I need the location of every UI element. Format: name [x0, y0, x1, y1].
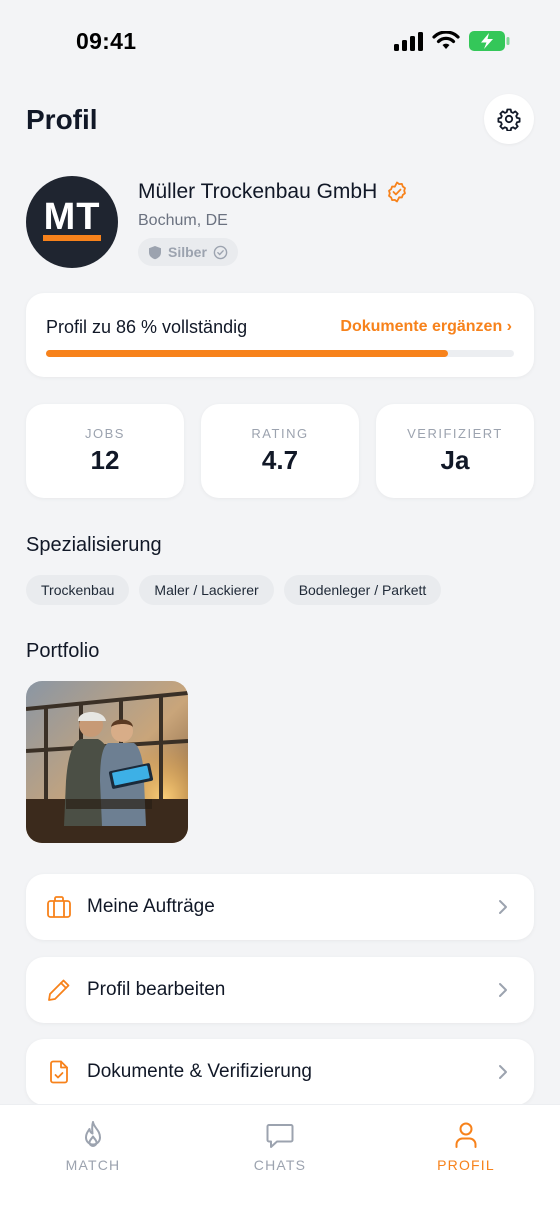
- tier-badge: Silber: [138, 238, 238, 266]
- header: Profil: [26, 92, 534, 146]
- specialization-chip: Bodenleger / Parkett: [283, 575, 442, 605]
- specialization-chip: Trockenbau: [26, 575, 130, 605]
- completion-progress-bar: [46, 350, 514, 357]
- status-icons: [394, 30, 510, 52]
- battery-charging-icon: [469, 31, 510, 51]
- stat-label: JOBS: [85, 426, 125, 441]
- stat-value: 4.7: [261, 445, 299, 475]
- stat-card-verified: VERIFIZIERT Ja: [376, 404, 534, 498]
- tab-label: MATCH: [65, 1157, 121, 1173]
- company-name: Müller Trockenbau GmbH: [138, 180, 378, 203]
- tab-label: PROFIL: [437, 1157, 495, 1173]
- chevron-right-icon: [499, 900, 507, 914]
- portfolio-title: Portfolio: [26, 640, 100, 662]
- profile-completion-card: Profil zu 86 % vollständig Dokumente erg…: [26, 293, 534, 377]
- shield-icon: [149, 245, 161, 259]
- tab-label: CHATS: [253, 1157, 307, 1173]
- completion-text: Profil zu 86 % vollständig: [46, 317, 248, 337]
- stat-card-rating: RATING 4.7: [201, 404, 359, 498]
- completion-progress-fill: [46, 350, 449, 357]
- chevron-right-icon: [499, 1065, 507, 1079]
- avatar-underline: [43, 235, 101, 241]
- menu-item-label: Dokumente & Verifizierung: [87, 1061, 312, 1082]
- flame-icon: [85, 1121, 101, 1147]
- stat-card-jobs: JOBS 12: [26, 404, 184, 498]
- menu-item-my-jobs[interactable]: Meine Aufträge: [26, 874, 534, 940]
- tab-profile[interactable]: PROFIL: [396, 1119, 536, 1173]
- menu-item-documents[interactable]: Dokumente & Verifizierung: [26, 1039, 534, 1105]
- menu-item-label: Profil bearbeiten: [87, 979, 226, 1000]
- check-circle-icon: [213, 245, 228, 259]
- avatar-initials: MT: [43, 195, 101, 238]
- user-icon: [455, 1122, 477, 1148]
- status-bar: 09:41: [0, 0, 560, 84]
- signal-icon: [394, 32, 423, 51]
- wifi-icon: [432, 31, 460, 49]
- verified-badge-icon: [388, 181, 407, 203]
- chevron-right-icon: [499, 983, 507, 997]
- tab-match[interactable]: MATCH: [23, 1119, 163, 1173]
- menu-item-edit-profile[interactable]: Profil bearbeiten: [26, 957, 534, 1023]
- document-check-icon: [50, 1060, 68, 1084]
- company-name-row: Müller Trockenbau GmbH: [138, 180, 409, 204]
- portfolio-photo: [26, 681, 188, 843]
- gear-icon: [497, 108, 521, 131]
- stats-row: JOBS 12 RATING 4.7 VERIFIZIERT Ja: [26, 404, 534, 498]
- pencil-icon: [48, 979, 70, 1001]
- tab-bar: MATCH CHATS PROFIL: [0, 1104, 560, 1216]
- tab-chats[interactable]: CHATS: [210, 1119, 350, 1173]
- status-time: 09:41: [76, 28, 137, 54]
- chat-bubble-icon: [266, 1124, 294, 1148]
- stat-value: 12: [90, 445, 120, 475]
- menu-item-label: Meine Aufträge: [87, 896, 215, 917]
- stat-label: RATING: [251, 426, 309, 441]
- profile-header: MT Müller Trockenbau GmbH Bochum, DE Sil…: [26, 176, 534, 268]
- briefcase-icon: [47, 896, 71, 918]
- settings-button[interactable]: [484, 94, 534, 144]
- portfolio-image[interactable]: [26, 681, 188, 843]
- tier-label: Silber: [168, 244, 207, 260]
- complete-documents-link[interactable]: Dokumente ergänzen ›: [340, 318, 512, 336]
- stat-label: VERIFIZIERT: [407, 426, 503, 441]
- location: Bochum, DE: [138, 212, 228, 229]
- stat-value: Ja: [440, 445, 470, 475]
- specialization-chip: Maler / Lackierer: [139, 575, 274, 605]
- specialization-title: Spezialisierung: [26, 534, 162, 556]
- page-title: Profil: [26, 104, 98, 135]
- avatar: MT: [26, 176, 118, 268]
- specialization-chips: Trockenbau Maler / Lackierer Bodenleger …: [26, 575, 442, 605]
